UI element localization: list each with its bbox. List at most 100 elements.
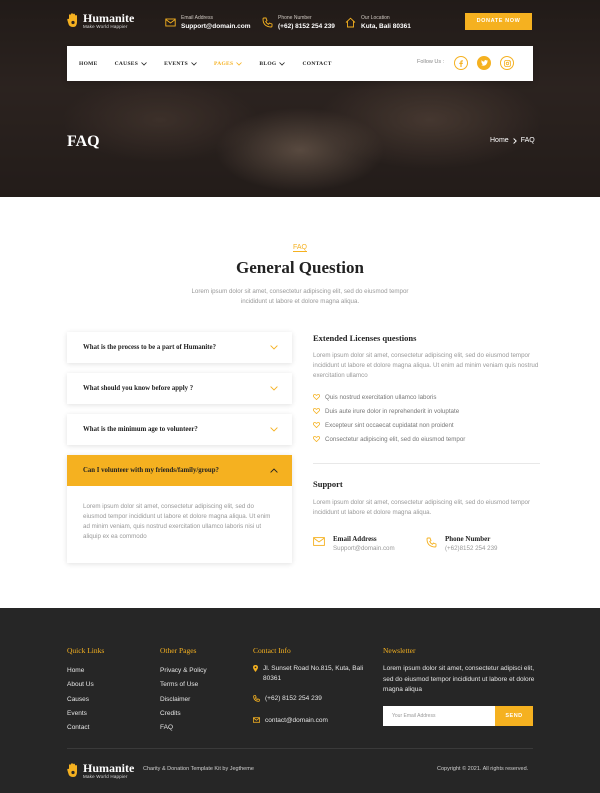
footer-link-disclaimer[interactable]: Disclaimer: [160, 693, 207, 707]
list-item: Duis aute irure dolor in reprehenderit i…: [313, 404, 540, 418]
hand-logo-icon: [67, 13, 77, 27]
footer-contact-info: Contact Info Jl. Sunset Road No.815, Kut…: [253, 646, 368, 726]
chevron-down-icon: [279, 61, 286, 66]
faq-item[interactable]: What is the minimum age to volunteer?: [67, 414, 292, 445]
brand-tagline: Make World Happier: [83, 24, 128, 29]
list-item: Quis nostrud exercitation ullamco labori…: [313, 390, 540, 404]
twitter-icon: [480, 60, 488, 66]
support-email-title: Email Address: [333, 535, 377, 543]
footer-quick-links: Quick Links Home About Us Causes Events …: [67, 646, 104, 735]
support-phone[interactable]: Phone Number (+62)8152 254 239: [426, 534, 497, 554]
footer-link-privacy[interactable]: Privacy & Policy: [160, 664, 207, 678]
faq-question-text: What is the process to be a part of Huma…: [83, 344, 216, 351]
footer-heading: Quick Links: [67, 646, 105, 655]
site-logo[interactable]: Humanite Make World Happier: [67, 12, 134, 30]
follow-us-label: Follow Us :: [417, 59, 445, 65]
breadcrumb-home-link[interactable]: Home: [490, 137, 509, 144]
faq-question[interactable]: What should you know before apply ?: [67, 373, 292, 404]
page-hero: Humanite Make World Happier Email Addres…: [0, 0, 600, 197]
footer-other-pages: Other Pages Privacy & Policy Terms of Us…: [160, 646, 207, 735]
list-item: Consectetur adipiscing elit, sed do eius…: [313, 432, 540, 446]
nav-item-blog[interactable]: BLOG: [259, 60, 286, 67]
list-item-text: Duis aute irure dolor in reprehenderit i…: [325, 407, 460, 415]
list-item: Excepteur sint occaecat cupidatat non pr…: [313, 418, 540, 432]
twitter-button[interactable]: [477, 56, 491, 70]
footer-link-credits[interactable]: Credits: [160, 707, 207, 721]
breadcrumb: Home FAQ: [490, 137, 535, 144]
donate-now-button[interactable]: DONATE NOW: [465, 13, 532, 30]
newsletter-text: Lorem ipsum dolor sit amet, consectetur …: [383, 665, 535, 693]
chevron-down-icon: [236, 61, 243, 66]
footer-link-about[interactable]: About Us: [67, 678, 104, 692]
email-label: Email Address: [181, 15, 213, 21]
brand-name: Humanite: [83, 11, 135, 25]
faq-item[interactable]: What is the process to be a part of Huma…: [67, 332, 292, 363]
support-text: Lorem ipsum dolor sit amet, consectetur …: [313, 499, 531, 516]
phone-label: Phone Number: [278, 15, 312, 21]
heart-check-icon: [313, 408, 320, 414]
facebook-button[interactable]: [454, 56, 468, 70]
newsletter-email-input[interactable]: Your Email Address: [383, 706, 495, 726]
section-intro: Lorem ipsum dolor sit amet, consectetur …: [191, 288, 409, 305]
footer-address-text: Jl. Sunset Road No.815, Kuta, Bali 80361: [263, 665, 364, 682]
footer-newsletter: Newsletter Lorem ipsum dolor sit amet, c…: [383, 646, 538, 696]
support-email-value: Support@domain.com: [333, 545, 395, 552]
chevron-down-icon: [270, 427, 278, 432]
support-phone-title: Phone Number: [445, 535, 491, 543]
footer-copyright: Copyright © 2021. All rights reserved.: [437, 766, 529, 772]
instagram-button[interactable]: [500, 56, 514, 70]
footer-heading: Newsletter: [383, 646, 416, 655]
chevron-down-icon: [270, 386, 278, 391]
footer-email[interactable]: contact@domain.com: [253, 716, 368, 726]
footer-link-home[interactable]: Home: [67, 664, 104, 678]
header-phone[interactable]: Phone Number (+62) 8152 254 239: [262, 15, 335, 31]
facebook-icon: [459, 59, 463, 67]
faq-question[interactable]: What is the minimum age to volunteer?: [67, 414, 292, 445]
nav-item-home[interactable]: HOME: [79, 61, 98, 67]
home-icon: [345, 17, 356, 28]
heart-check-icon: [313, 422, 320, 428]
nav-label: BLOG: [259, 60, 277, 67]
top-bar: Humanite Make World Happier Email Addres…: [0, 0, 600, 42]
nav-item-events[interactable]: EVENTS: [164, 61, 197, 67]
heart-check-icon: [313, 394, 320, 400]
header-email[interactable]: Email Address Support@domain.com: [165, 15, 251, 31]
chevron-up-icon: [270, 468, 278, 473]
phone-icon: [262, 17, 273, 28]
support-heading: Support: [313, 479, 343, 489]
faq-question[interactable]: Can I volunteer with my friends/family/g…: [67, 455, 292, 486]
footer-address: Jl. Sunset Road No.815, Kuta, Bali 80361: [253, 664, 368, 684]
header-location: Our Location Kuta, Bali 80361: [345, 15, 411, 31]
footer-phone[interactable]: (+62) 8152 254 239: [253, 694, 368, 704]
newsletter-send-button[interactable]: SEND: [495, 706, 533, 726]
nav-item-pages[interactable]: PAGES: [214, 61, 243, 67]
breadcrumb-current: FAQ: [520, 137, 535, 144]
footer-link-events[interactable]: Events: [67, 707, 104, 721]
nav-item-contact[interactable]: CONTACT: [302, 61, 331, 67]
licenses-text: Lorem ipsum dolor sit amet, consectetur …: [313, 352, 539, 379]
footer-link-faq[interactable]: FAQ: [160, 721, 207, 735]
faq-item-open[interactable]: Can I volunteer with my friends/family/g…: [67, 455, 292, 563]
support-phone-value: (+62)8152 254 239: [445, 545, 498, 552]
hand-logo-icon: [67, 763, 77, 777]
heart-check-icon: [313, 436, 320, 442]
nav-label: CAUSES: [114, 60, 139, 67]
footer-link-contact[interactable]: Contact: [67, 721, 104, 735]
faq-question[interactable]: What is the process to be a part of Huma…: [67, 332, 292, 363]
footer-heading: Other Pages: [160, 646, 197, 655]
footer-link-terms[interactable]: Terms of Use: [160, 678, 207, 692]
faq-question-text: Can I volunteer with my friends/family/g…: [83, 467, 219, 474]
eyebrow-text: FAQ: [292, 244, 307, 252]
phone-icon: [253, 695, 260, 702]
footer-logo[interactable]: Humanite Make World Happier: [67, 762, 134, 780]
footer-link-causes[interactable]: Causes: [67, 693, 104, 707]
footer-heading: Contact Info: [253, 646, 291, 655]
nav-item-causes[interactable]: CAUSES: [115, 61, 148, 67]
phone-icon: [426, 537, 437, 548]
support-email[interactable]: Email Address Support@domain.com: [313, 534, 395, 554]
nav-label: EVENTS: [164, 60, 188, 67]
envelope-icon: [165, 18, 176, 27]
instagram-icon: [503, 59, 511, 67]
chevron-down-icon: [141, 61, 147, 66]
faq-item[interactable]: What should you know before apply ?: [67, 373, 292, 404]
